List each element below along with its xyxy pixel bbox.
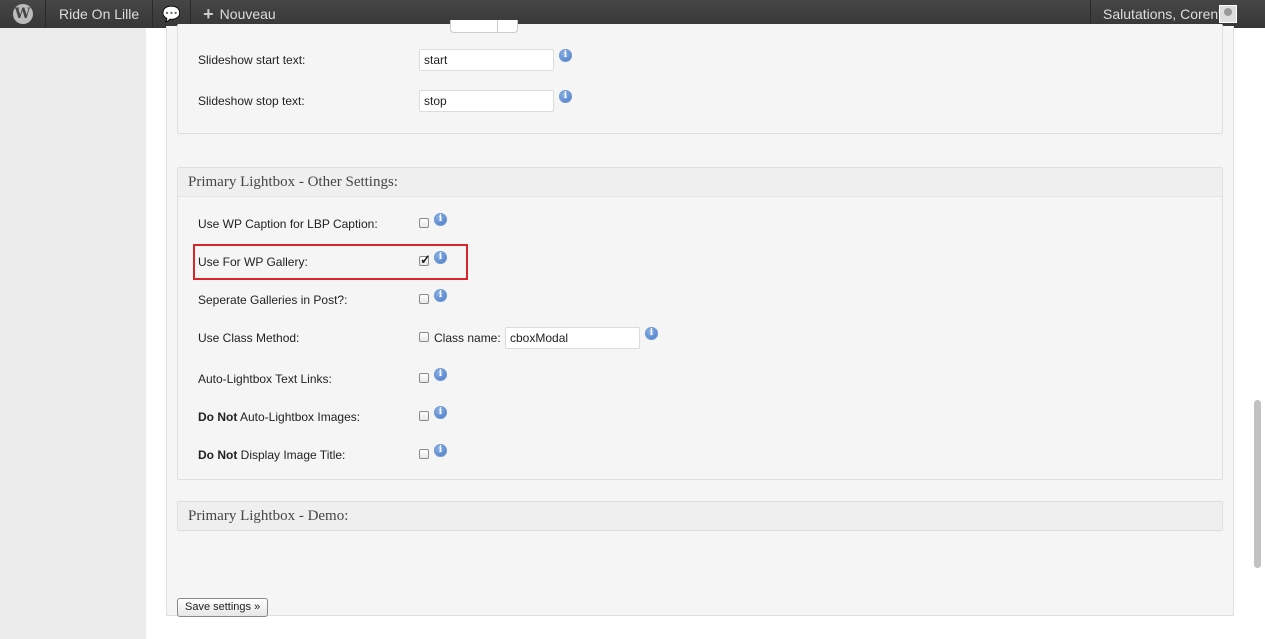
plus-icon: +: [203, 4, 214, 24]
slideshow-panel: Slideshow start text: i Slideshow stop t…: [177, 20, 1223, 134]
do-not-text: Do Not: [198, 410, 238, 424]
info-icon[interactable]: i: [559, 49, 572, 62]
class-method-label: Use Class Method:: [198, 331, 300, 345]
info-icon[interactable]: i: [645, 327, 658, 340]
greeting-text: Salutations, Corentin: [1103, 6, 1233, 22]
no-auto-images-text: Auto-Lightbox Images:: [237, 410, 361, 424]
auto-text-links-label: Auto-Lightbox Text Links:: [198, 372, 332, 386]
separate-galleries-checkbox[interactable]: [419, 294, 429, 304]
comment-bubble-icon: 💬: [162, 6, 181, 23]
info-icon[interactable]: i: [434, 213, 447, 226]
info-icon[interactable]: i: [559, 90, 572, 103]
no-auto-images-row: Do Not Auto-Lightbox Images: i: [198, 406, 1198, 430]
info-icon[interactable]: i: [434, 289, 447, 302]
scrollbar[interactable]: [1250, 28, 1265, 639]
slideshow-stop-row: Slideshow stop text: i: [198, 90, 1198, 114]
demo-title[interactable]: Primary Lightbox - Demo:: [178, 502, 1222, 530]
wordpress-logo-icon: W: [12, 4, 33, 24]
user-avatar-icon: [1219, 5, 1237, 23]
wp-caption-row: Use WP Caption for LBP Caption: i: [198, 213, 1198, 237]
no-image-title-label: Do Not Display Image Title:: [198, 448, 345, 462]
no-image-title-checkbox[interactable]: [419, 449, 429, 459]
other-settings-panel: Primary Lightbox - Other Settings: Use W…: [177, 167, 1223, 480]
no-image-title-text: Display Image Title:: [237, 448, 346, 462]
class-method-checkbox[interactable]: [419, 332, 429, 342]
info-icon[interactable]: i: [434, 406, 447, 419]
do-not-text: Do Not: [198, 448, 238, 462]
info-icon[interactable]: i: [434, 444, 447, 457]
no-auto-images-label: Do Not Auto-Lightbox Images:: [198, 410, 360, 424]
no-auto-images-checkbox[interactable]: [419, 411, 429, 421]
separate-galleries-label: Seperate Galleries in Post?:: [198, 293, 348, 307]
info-icon[interactable]: i: [434, 368, 447, 381]
settings-wrap: Slideshow start text: i Slideshow stop t…: [166, 20, 1234, 617]
auto-text-links-checkbox[interactable]: [419, 373, 429, 383]
new-content-label: Nouveau: [219, 6, 276, 22]
wp-caption-checkbox[interactable]: [419, 218, 429, 228]
other-settings-title[interactable]: Primary Lightbox - Other Settings:: [178, 168, 1222, 197]
partial-select-control[interactable]: [450, 20, 518, 33]
class-method-row: Use Class Method: Class name: i: [198, 327, 1198, 351]
class-name-label: Class name:: [434, 331, 501, 345]
wordpress-menu[interactable]: W: [0, 0, 46, 28]
slideshow-stop-input[interactable]: [419, 90, 554, 112]
demo-panel: Primary Lightbox - Demo:: [177, 501, 1223, 531]
no-image-title-row: Do Not Display Image Title: i: [198, 444, 1198, 468]
settings-content: Slideshow start text: i Slideshow stop t…: [146, 20, 1250, 639]
slideshow-stop-label: Slideshow stop text:: [198, 94, 305, 108]
class-name-input[interactable]: [505, 327, 640, 349]
scrollbar-thumb[interactable]: [1254, 400, 1261, 568]
slideshow-start-label: Slideshow start text:: [198, 53, 306, 67]
save-settings-button[interactable]: Save settings »: [177, 598, 269, 617]
wp-caption-label: Use WP Caption for LBP Caption:: [198, 217, 378, 231]
site-name-link[interactable]: Ride On Lille: [46, 0, 154, 28]
slideshow-start-row: Slideshow start text: i: [198, 49, 1198, 73]
slideshow-start-input[interactable]: [419, 49, 554, 71]
highlight-box: [193, 244, 468, 280]
separate-galleries-row: Seperate Galleries in Post?: i: [198, 289, 1198, 313]
auto-text-links-row: Auto-Lightbox Text Links: i: [198, 368, 1198, 392]
